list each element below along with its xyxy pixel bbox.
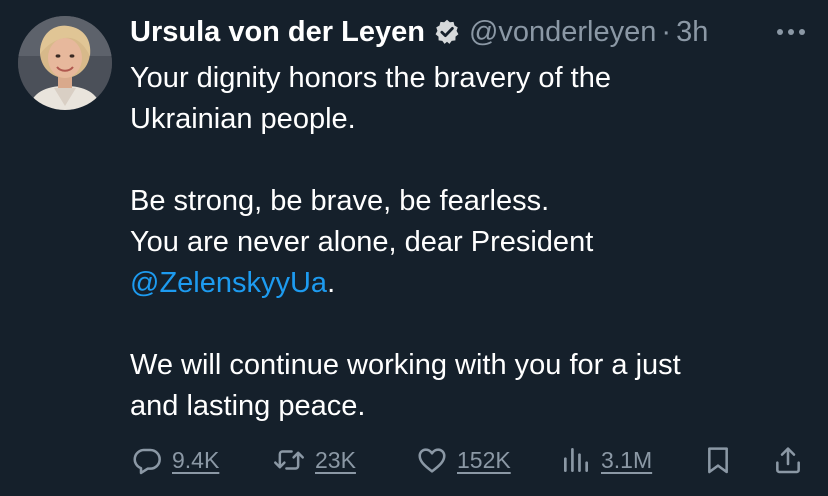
verified-badge-icon[interactable] bbox=[433, 18, 461, 46]
retweet-button[interactable]: 23K bbox=[272, 440, 356, 480]
like-button[interactable]: 152K bbox=[416, 440, 511, 480]
tweet-line: and lasting peace. bbox=[130, 390, 366, 422]
timestamp[interactable]: 3h bbox=[676, 14, 708, 50]
views-icon bbox=[560, 444, 592, 476]
tweet-line: We will continue working with you for a … bbox=[130, 349, 681, 381]
tweet-line: Be strong, be brave, be fearless. bbox=[130, 185, 550, 217]
reply-icon bbox=[131, 444, 163, 476]
tweet-header: Ursula von der Leyen @vonderleyen · 3h bbox=[130, 14, 708, 50]
share-icon bbox=[772, 444, 804, 476]
tweet-punctuation: . bbox=[327, 267, 336, 299]
mention-link[interactable]: @ZelenskyyUa bbox=[130, 267, 327, 299]
action-bar: 9.4K 23K 152K 3.1M bbox=[0, 440, 828, 480]
like-icon bbox=[416, 444, 448, 476]
tweet-text: Your dignity honors the bravery of the U… bbox=[130, 58, 810, 427]
retweet-icon bbox=[272, 444, 306, 476]
separator-dot: · bbox=[661, 16, 672, 48]
tweet-line-mention: @ZelenskyyUa. bbox=[130, 263, 810, 304]
views-button[interactable]: 3.1M bbox=[560, 440, 652, 480]
more-icon[interactable] bbox=[774, 18, 808, 46]
display-name[interactable]: Ursula von der Leyen bbox=[130, 14, 425, 50]
avatar[interactable] bbox=[18, 16, 112, 110]
like-count: 152K bbox=[457, 446, 511, 473]
retweet-count: 23K bbox=[315, 446, 356, 473]
tweet: Ursula von der Leyen @vonderleyen · 3h Y… bbox=[0, 0, 828, 496]
bookmark-button[interactable] bbox=[702, 440, 734, 480]
reply-button[interactable]: 9.4K bbox=[131, 440, 219, 480]
bookmark-icon bbox=[702, 444, 734, 476]
tweet-line: Ukrainian people. bbox=[130, 103, 356, 135]
handle[interactable]: @vonderleyen bbox=[469, 14, 656, 50]
tweet-line: You are never alone, dear President bbox=[130, 226, 594, 258]
reply-count: 9.4K bbox=[172, 446, 220, 473]
views-count: 3.1M bbox=[601, 446, 653, 473]
tweet-line: Your dignity honors the bravery of the bbox=[130, 62, 611, 94]
share-button[interactable] bbox=[772, 440, 804, 480]
